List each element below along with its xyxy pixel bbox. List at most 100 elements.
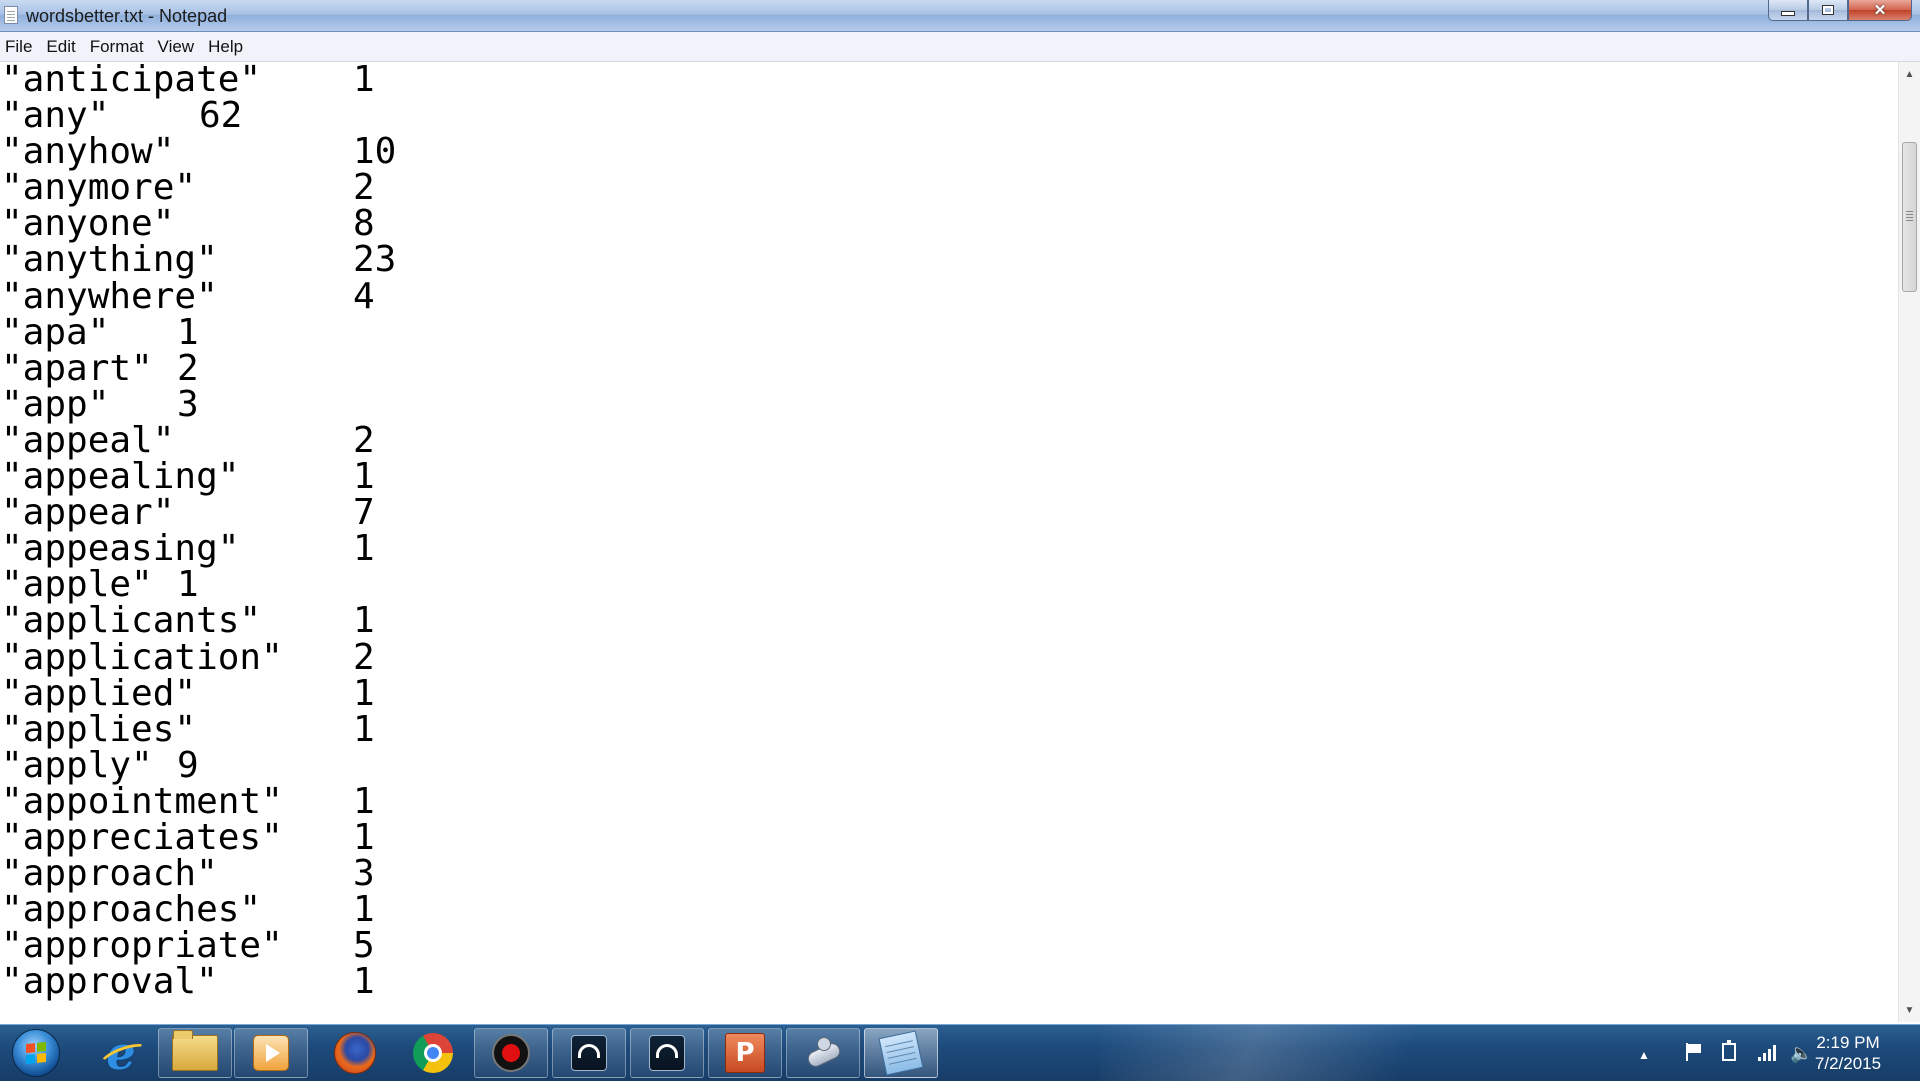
line-word: "any" — [1, 95, 110, 137]
notepad-document-icon[interactable] — [4, 6, 18, 24]
line-word: "anyhow" — [1, 131, 175, 173]
scrollbar-thumb[interactable] — [1902, 142, 1917, 292]
powerpoint-icon: P — [725, 1033, 765, 1073]
line-word: "anywhere" — [1, 275, 218, 317]
text-line[interactable]: "appropriate" 5 — [1, 928, 1898, 964]
line-count: 2 — [353, 636, 375, 678]
show-hidden-icons-icon[interactable]: ▲ — [1638, 1045, 1650, 1065]
taskbar-app-1[interactable] — [552, 1028, 626, 1078]
line-word: "apart" — [1, 347, 153, 389]
text-line[interactable]: "anything" 23 — [1, 242, 1898, 278]
text-line[interactable]: "appreciates" 1 — [1, 819, 1898, 856]
start-button[interactable] — [8, 1028, 64, 1078]
menu-view[interactable]: View — [151, 32, 202, 61]
text-line[interactable]: "appointment" 1 — [1, 783, 1898, 820]
text-line[interactable]: "appeal" 2 — [1, 419, 1898, 461]
taskbar-internet-explorer[interactable]: e — [84, 1028, 158, 1078]
line-count: 1 — [353, 889, 375, 931]
text-line[interactable]: "approval" 1 — [1, 964, 1898, 1000]
system-clock[interactable]: 2:19 PM 7/2/2015 — [1798, 1032, 1898, 1074]
line-count: 23 — [353, 239, 397, 281]
line-word: "app" — [1, 383, 110, 425]
taskbar-media-player[interactable] — [234, 1028, 308, 1078]
menu-format[interactable]: Format — [83, 32, 151, 61]
document-text[interactable]: "anticipate" 1 "any" 62 "anyhow" 10 "anymore" 2… — [0, 62, 1898, 1000]
taskbar-chrome[interactable] — [396, 1028, 470, 1078]
internet-explorer-icon: e — [101, 1030, 141, 1076]
line-count: 4 — [353, 275, 375, 317]
line-word: "approaches" — [1, 889, 262, 931]
line-word: "anything" — [1, 239, 218, 281]
line-count: 1 — [353, 961, 375, 1003]
title-bar[interactable]: wordsbetter.txt - Notepad ✕ — [0, 0, 1920, 32]
line-count: 1 — [353, 528, 375, 570]
line-count: 2 — [177, 347, 199, 389]
vertical-scrollbar[interactable]: ▲ ▼ — [1898, 62, 1920, 1022]
system-tray: ▲ 🔈 2:19 PM 7/2/2015 — [1590, 1025, 1920, 1081]
line-count: 7 — [353, 492, 375, 534]
line-word: "appealing" — [1, 456, 240, 498]
text-line[interactable]: "apple" 1 — [1, 567, 1898, 603]
action-center-flag-icon[interactable] — [1686, 1043, 1701, 1061]
text-line[interactable]: "applied" 1 — [1, 672, 1898, 714]
text-line[interactable]: "anyhow" 10 — [1, 134, 1898, 170]
text-line[interactable]: "applicants" 1 — [1, 603, 1898, 639]
line-count: 3 — [353, 853, 375, 895]
taskbar-firefox[interactable] — [318, 1028, 392, 1078]
taskbar-screen-recorder[interactable] — [474, 1028, 548, 1078]
close-button[interactable]: ✕ — [1848, 0, 1912, 21]
line-word: "applies" — [1, 708, 197, 750]
taskbar-snipping-tool[interactable] — [786, 1028, 860, 1078]
line-word: "anyone" — [1, 203, 175, 245]
line-word: "apa" — [1, 311, 110, 353]
line-count: 10 — [353, 131, 397, 173]
text-editor-area[interactable]: "anticipate" 1 "any" 62 "anyhow" 10 "anymore" 2… — [0, 62, 1898, 1022]
text-line[interactable]: "application" 2 — [1, 636, 1898, 678]
maximize-button[interactable] — [1808, 0, 1848, 21]
network-signal-icon[interactable] — [1758, 1043, 1776, 1061]
taskbar-file-explorer[interactable] — [158, 1028, 232, 1078]
windows-logo-icon — [26, 1041, 46, 1065]
line-word: "appeasing" — [1, 528, 240, 570]
menu-edit[interactable]: Edit — [39, 32, 82, 61]
text-line[interactable]: "apart" 2 — [1, 347, 1898, 389]
taskbar-notepad[interactable] — [864, 1028, 938, 1078]
text-line[interactable]: "approaches" 1 — [1, 892, 1898, 928]
text-line[interactable]: "anyone" 8 — [1, 206, 1898, 242]
taskbar-app-2[interactable] — [630, 1028, 704, 1078]
clock-time: 2:19 PM — [1816, 1033, 1880, 1052]
line-word: "anticipate" — [1, 62, 262, 100]
text-line[interactable]: "appear" 7 — [1, 495, 1898, 531]
line-count: 1 — [353, 456, 375, 498]
text-line[interactable]: "any" 62 — [1, 95, 1898, 137]
taskbar-powerpoint[interactable]: P — [708, 1028, 782, 1078]
line-count: 2 — [353, 419, 375, 461]
line-count: 1 — [353, 708, 375, 750]
text-line[interactable]: "applies" 1 — [1, 708, 1898, 750]
text-line[interactable]: "apa" 1 — [1, 311, 1898, 353]
text-line[interactable]: "anywhere" 4 — [1, 275, 1898, 317]
taskbar: e P ▲ 🔈 2:19 PM 7/2/2015 — [0, 1024, 1920, 1081]
text-line[interactable]: "anymore" 2 — [1, 170, 1898, 206]
line-count: 1 — [177, 564, 199, 606]
text-line[interactable]: "apply" 9 — [1, 747, 1898, 784]
text-line[interactable]: "appeasing" 1 — [1, 531, 1898, 567]
power-icon[interactable] — [1722, 1040, 1736, 1061]
line-word: "applicants" — [1, 600, 262, 642]
app-window-icon — [571, 1035, 607, 1071]
text-line[interactable]: "anticipate" 1 — [1, 62, 1898, 98]
line-count: 1 — [353, 672, 375, 714]
text-line[interactable]: "app" 3 — [1, 383, 1898, 425]
line-word: "approval" — [1, 961, 218, 1003]
text-line[interactable]: "approach" 3 — [1, 853, 1898, 895]
scroll-up-arrow-icon[interactable]: ▲ — [1899, 64, 1920, 84]
window-title: wordsbetter.txt - Notepad — [26, 6, 228, 26]
menu-help[interactable]: Help — [201, 32, 250, 61]
record-icon — [492, 1034, 530, 1072]
scroll-down-arrow-icon[interactable]: ▼ — [1899, 1000, 1920, 1020]
menu-file[interactable]: File — [0, 32, 39, 61]
text-line[interactable]: "appealing" 1 — [1, 456, 1898, 498]
line-count: 2 — [353, 167, 375, 209]
close-icon: ✕ — [1873, 2, 1887, 19]
minimize-button[interactable] — [1768, 0, 1808, 21]
